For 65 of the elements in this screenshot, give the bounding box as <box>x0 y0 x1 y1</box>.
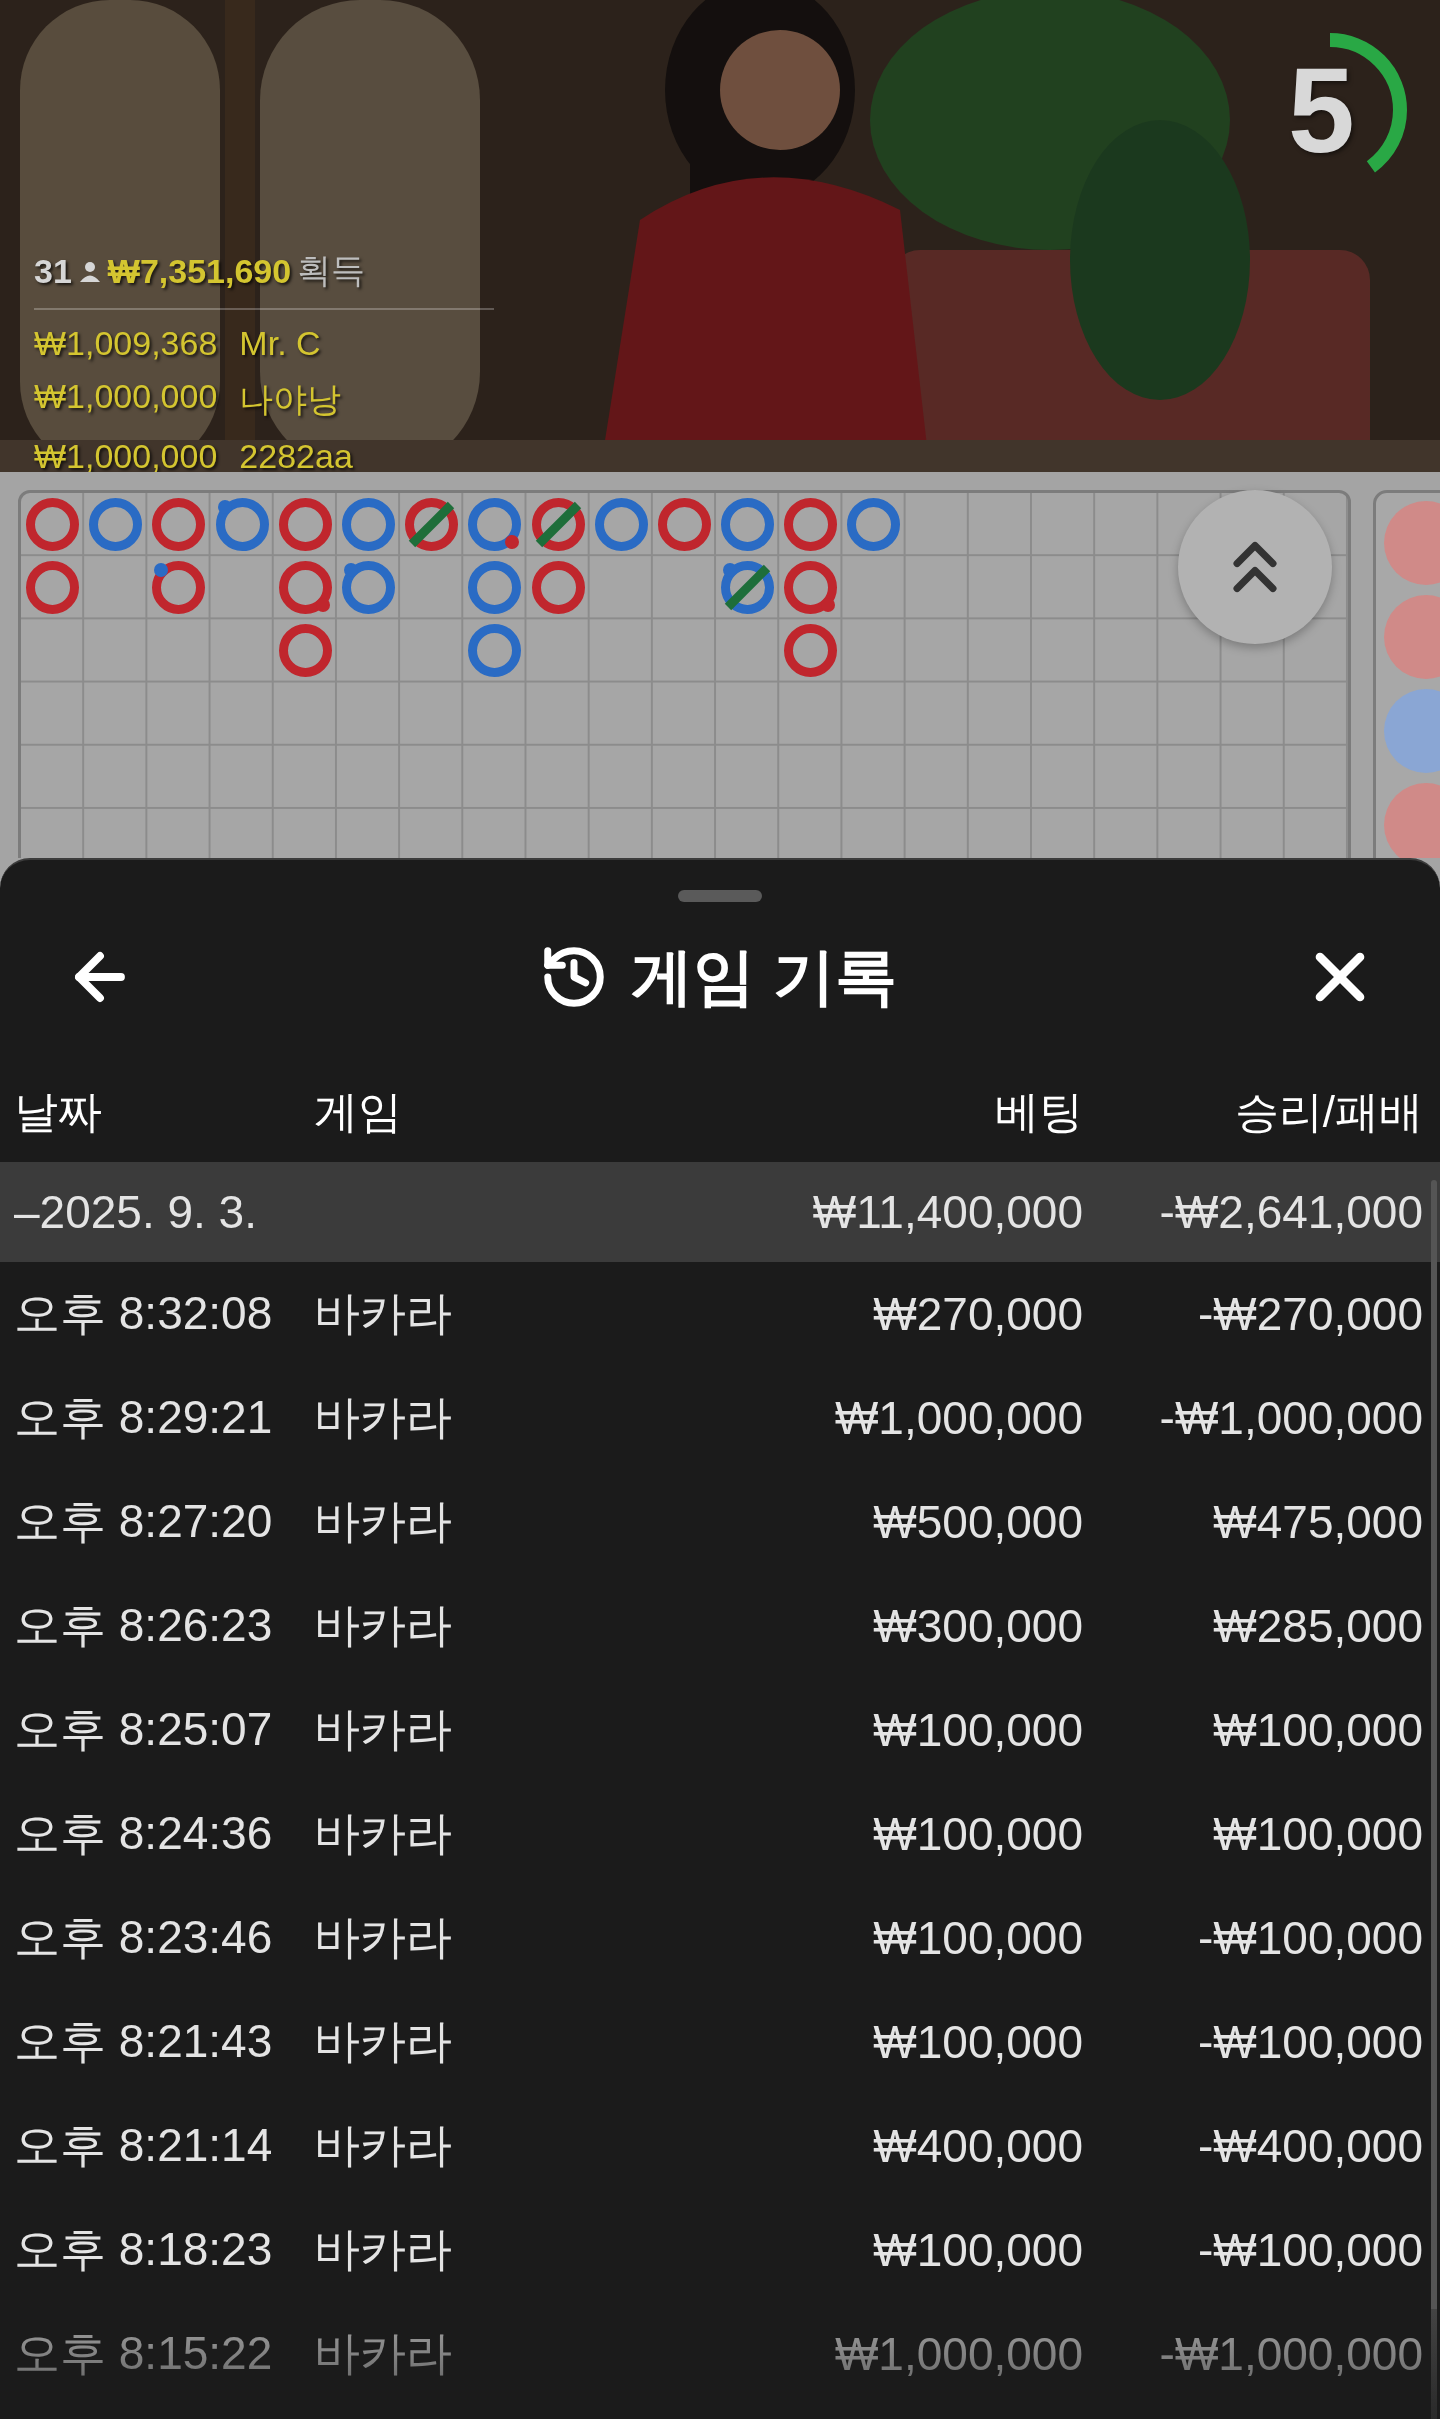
player-count: 31 <box>34 251 72 291</box>
result-cell-text: -₩400,000 <box>1197 2119 1423 2173</box>
result-cell-text: ₩285,000 <box>1212 1599 1423 1653</box>
countdown-number: 5 <box>1288 50 1355 170</box>
bet-cell-text: ₩270,000 <box>872 1287 1083 1341</box>
result-cell-text: -₩270,000 <box>1197 1287 1423 1341</box>
winner-name: Mr. C <box>239 324 321 363</box>
game-cell-text: 바카라 <box>314 1598 453 1653</box>
result-cell-text: ₩475,000 <box>1212 1495 1423 1549</box>
column-header: 날짜 <box>14 1085 103 1138</box>
bet-cell-text: ₩300,000 <box>872 1599 1083 1653</box>
sheet-title: 게임 기록 <box>631 941 897 1013</box>
column-header: 베팅 <box>994 1085 1083 1138</box>
time-cell-text: 오후 8:15:22 <box>14 2326 274 2381</box>
winner-amount: ₩1,000,000 <box>34 437 218 472</box>
game-cell-text: 바카라 <box>314 1286 453 1341</box>
game-cell-text: 바카라 <box>314 2014 453 2069</box>
time-cell-text: 오후 8:25:07 <box>14 1702 274 1757</box>
winner-name: 나야낭 <box>239 379 342 420</box>
game-cell-text: 바카라 <box>314 2118 453 2173</box>
time-cell-text: 오후 8:23:46 <box>14 1910 274 1965</box>
bet-cell-text: ₩100,000 <box>872 2015 1083 2069</box>
time-cell-text: 오후 8:18:23 <box>14 2222 274 2277</box>
bet-cell-text: ₩100,000 <box>872 1911 1083 1965</box>
bet-cell-text: ₩100,000 <box>872 1807 1083 1861</box>
person-icon <box>77 259 102 283</box>
result-cell-text: -₩100,000 <box>1197 1911 1423 1965</box>
time-cell-text: 오후 8:29:21 <box>14 1390 274 1445</box>
column-header: 승리/패배 <box>1233 1085 1423 1138</box>
game-cell-text: 바카라 <box>314 1390 453 1445</box>
bet-cell-text: ₩1,000,000 <box>833 2327 1083 2381</box>
winner-name: 2282aa <box>239 437 353 472</box>
winner-amount: ₩1,009,368 <box>34 324 218 363</box>
winnings-label: 획득 <box>297 250 366 291</box>
group-result-total: -₩2,641,000 <box>1158 1185 1423 1239</box>
time-cell-text: 오후 8:21:14 <box>14 2118 274 2173</box>
winner-amount: ₩1,000,000 <box>34 377 218 417</box>
result-cell-text: ₩100,000 <box>1212 1703 1423 1757</box>
bet-cell-text: ₩500,000 <box>872 1495 1083 1549</box>
result-cell-text: -₩100,000 <box>1197 2223 1423 2277</box>
group-bet-total: ₩11,400,000 <box>811 1185 1083 1239</box>
scrollbar[interactable] <box>1431 1180 1437 2419</box>
game-cell-text: 바카라 <box>314 2326 453 2381</box>
game-cell-text: 바카라 <box>314 1702 453 1757</box>
date-group[interactable]: –2025. 9. 3. <box>14 1185 314 1239</box>
result-cell-text: -₩100,000 <box>1197 2015 1423 2069</box>
game-cell-text: 바카라 <box>314 1806 453 1861</box>
time-cell-text: 오후 8:24:36 <box>14 1806 274 1861</box>
bet-cell-text: ₩100,000 <box>872 2223 1083 2277</box>
result-cell-text: ₩100,000 <box>1212 1807 1423 1861</box>
game-cell-text: 바카라 <box>314 1494 453 1549</box>
drag-handle[interactable] <box>678 890 762 902</box>
game-cell-text: 바카라 <box>314 1910 453 1965</box>
bet-cell-text: ₩100,000 <box>872 1703 1083 1757</box>
time-cell-text: 오후 8:26:23 <box>14 1598 274 1653</box>
total-winnings: ₩7,351,690 <box>107 251 292 291</box>
time-cell-text: 오후 8:27:20 <box>14 1494 274 1549</box>
result-cell-text: -₩1,000,000 <box>1158 2327 1423 2381</box>
column-header: 게임 <box>314 1085 403 1138</box>
time-cell-text: 오후 8:32:08 <box>14 1286 274 1341</box>
result-cell-text: -₩1,000,000 <box>1158 1391 1423 1445</box>
bet-cell-text: ₩1,000,000 <box>833 1391 1083 1445</box>
time-cell-text: 오후 8:21:43 <box>14 2014 274 2069</box>
bet-cell-text: ₩400,000 <box>872 2119 1083 2173</box>
game-cell-text: 바카라 <box>314 2222 453 2277</box>
